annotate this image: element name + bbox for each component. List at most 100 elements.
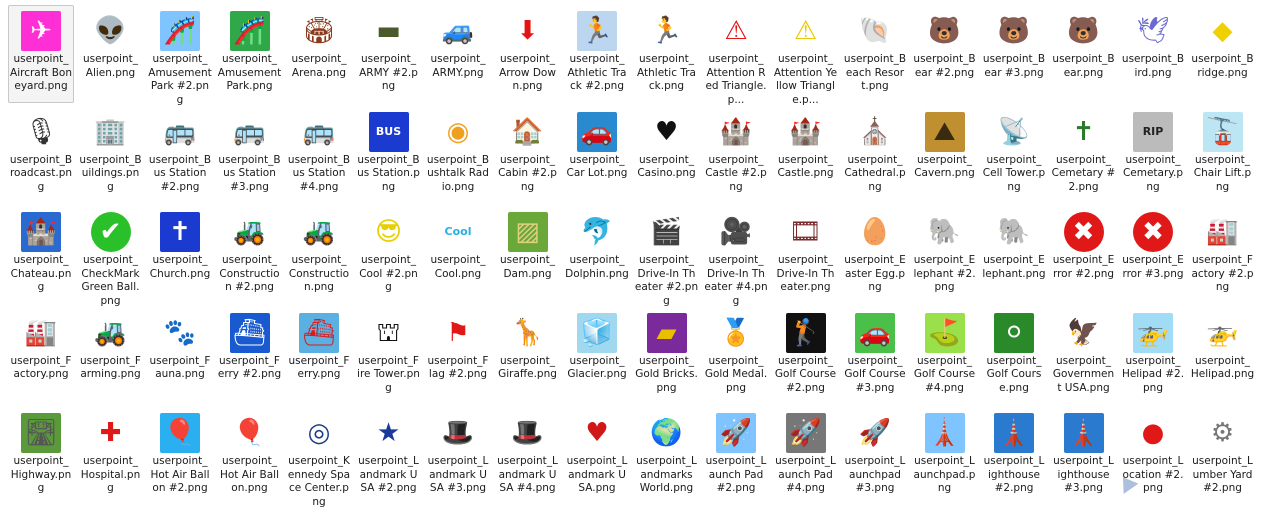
file-item[interactable]: ♥ userpoint_L andmark USA.png [564, 407, 630, 505]
file-item[interactable]: ⚙ userpoint_L umber Yard #2.png [1190, 407, 1256, 505]
file-item[interactable]: 🚡 userpoint_ Chair Lift.png [1190, 106, 1256, 204]
file-item[interactable]: 🎈 userpoint_ Hot Air Ballon #2.png [147, 407, 213, 505]
file-item-label: userpoint_B us Station #4.png [287, 153, 351, 193]
file-item[interactable]: 🐘 userpoint_E lephant.png [981, 206, 1047, 304]
file-item[interactable]: 🚌 userpoint_B us Station #4.png [286, 106, 352, 204]
file-item[interactable]: 🚜 userpoint_ Construction #2.png [217, 206, 283, 304]
file-item[interactable]: 🚙 userpoint_ ARMY.png [425, 5, 491, 103]
file-item[interactable]: ⚠ userpoint_ Attention Yellow Triangle.p.… [773, 5, 839, 106]
file-item[interactable]: 🧊 userpoint_ Glacier.png [564, 307, 630, 405]
file-item[interactable]: 🦒 userpoint_ Giraffe.png [495, 307, 561, 405]
file-item[interactable]: ◆ userpoint_B ridge.png [1190, 5, 1256, 103]
file-item[interactable]: ✝ userpoint_ Cemetary #2.png [1051, 106, 1117, 204]
file-item[interactable]: Cool userpoint_ Cool.png [425, 206, 491, 304]
file-item[interactable]: 🎢 userpoint_ Amusement Park #2.png [147, 5, 213, 106]
file-item[interactable]: ⚠ userpoint_ Attention Red Triangle.p... [703, 5, 769, 106]
file-item[interactable]: 🦅 userpoint_ Governmen t USA.png [1051, 307, 1117, 405]
file-item[interactable]: 🐾 userpoint_F auna.png [147, 307, 213, 405]
file-item[interactable]: 🎬 userpoint_ Drive-In Theater #2.png [634, 206, 700, 307]
file-item[interactable]: 🛣 userpoint_ Highway.png [8, 407, 74, 505]
file-item[interactable]: ▰ userpoint_ Gold Bricks.png [634, 307, 700, 405]
file-item[interactable]: 🏌 userpoint_ Golf Course #2.png [773, 307, 839, 405]
file-item[interactable]: 🥚 userpoint_E aster Egg.png [842, 206, 908, 304]
alien-icon: 👽 [94, 16, 127, 46]
file-item[interactable]: RIP userpoint_ Cemetary.png [1120, 106, 1186, 204]
file-item[interactable]: 🌍 userpoint_L andmarks World.png [634, 407, 700, 505]
file-item[interactable]: 🚗 userpoint_ Golf Course #3.png [842, 307, 908, 405]
file-item[interactable]: 🏰 userpoint_ Castle #2.png [703, 106, 769, 204]
file-item[interactable]: ✔ userpoint_ CheckMark Green Ball.png [78, 206, 144, 307]
file-item[interactable]: ♥ userpoint_ Casino.png [634, 106, 700, 204]
file-item[interactable]: 🏃 userpoint_ Athletic Track.png [634, 5, 700, 103]
file-item[interactable]: 🏭 userpoint_F actory #2.png [1190, 206, 1256, 304]
file-item[interactable]: ⚪ userpoint_ Golf Course.png [981, 307, 1047, 405]
file-item[interactable]: 🎞 userpoint_ Drive-In Theater.png [773, 206, 839, 304]
file-item[interactable]: 🕊 userpoint_B ird.png [1120, 5, 1186, 103]
file-item[interactable]: BUS userpoint_B us Station.png [356, 106, 422, 204]
dolphin-icon: 🐬 [580, 217, 614, 247]
file-item[interactable]: 🐚 userpoint_B each Resort.png [842, 5, 908, 103]
file-item[interactable]: 🚜 userpoint_ Construction.png [286, 206, 352, 304]
file-item[interactable]: ⛪ userpoint_ Cathedral.png [842, 106, 908, 204]
file-item[interactable]: 🏠 userpoint_ Cabin #2.png [495, 106, 561, 204]
lighthouse-icon: 🗼 [1063, 413, 1104, 453]
file-item[interactable]: ✖ userpoint_E rror #3.png [1120, 206, 1186, 304]
file-item[interactable]: ⛴ userpoint_F erry.png [286, 307, 352, 405]
file-item[interactable]: 🐻 userpoint_B ear #2.png [912, 5, 978, 103]
file-item[interactable]: 🚁 userpoint_ Helipad #2.png [1120, 307, 1186, 405]
file-item[interactable]: 🚀 userpoint_L aunch Pad #4.png [773, 407, 839, 505]
file-item[interactable]: ▨ userpoint_ Dam.png [495, 206, 561, 304]
file-item[interactable]: 🏃 userpoint_ Athletic Track #2.png [564, 5, 630, 103]
file-item[interactable]: 🚀 userpoint_L aunchpad #3.png [842, 407, 908, 505]
file-item[interactable]: ◉ userpoint_B ushtalk Radio.png [425, 106, 491, 204]
file-item[interactable]: 🎢 userpoint_ Amusement Park.png [217, 5, 283, 103]
file-item[interactable]: ⛫ userpoint_F ire Tower.png [356, 307, 422, 405]
file-item-label: userpoint_ Arena.png [291, 53, 347, 79]
file-item[interactable]: 🐬 userpoint_ Dolphin.png [564, 206, 630, 304]
file-item[interactable]: 🎥 userpoint_ Drive-In Theater #4.png [703, 206, 769, 307]
file-item[interactable]: 🏟 userpoint_ Arena.png [286, 5, 352, 103]
file-item[interactable]: 🚌 userpoint_B us Station #3.png [217, 106, 283, 204]
golf-ball-icon: ⚪ [994, 312, 1034, 353]
file-item[interactable]: 🐘 userpoint_E lephant #2.png [912, 206, 978, 304]
file-item[interactable]: ⚑ userpoint_F lag #2.png [425, 307, 491, 405]
file-item[interactable]: ▬ userpoint_ ARMY #2.png [356, 5, 422, 103]
file-item[interactable]: ✖ userpoint_E rror #2.png [1051, 206, 1117, 304]
file-item[interactable]: ✚ userpoint_ Hospital.png [78, 407, 144, 505]
file-item[interactable]: 🚀 userpoint_L aunch Pad #2.png [703, 407, 769, 505]
file-item[interactable]: 🎩 userpoint_L andmark USA #3.png [425, 407, 491, 505]
file-item[interactable]: ⛳ userpoint_ Golf Course #4.png [912, 307, 978, 405]
file-item[interactable]: 🎩 userpoint_L andmark USA #4.png [495, 407, 561, 505]
file-item[interactable]: ⛴ userpoint_F erry #2.png [217, 307, 283, 405]
file-item[interactable]: ★ userpoint_L andmark USA #2.png [356, 407, 422, 505]
file-item[interactable]: 🐻 userpoint_B ear #3.png [981, 5, 1047, 103]
file-item[interactable]: 📡 userpoint_ Cell Tower.png [981, 106, 1047, 204]
cabin-icon: 🏠 [511, 116, 544, 147]
file-item[interactable]: 🎈 userpoint_ Hot Air Ballon.png [217, 407, 283, 505]
file-item[interactable]: 🏢 userpoint_B uildings.png [78, 106, 144, 204]
file-item[interactable]: ◎ userpoint_K ennedy Space Center.png [286, 407, 352, 508]
file-item[interactable]: 🏰 userpoint_ Chateau.png [8, 206, 74, 304]
file-item[interactable]: 🏭 userpoint_F actory.png [8, 307, 74, 405]
file-item-label: userpoint_ Amusement Park.png [217, 53, 282, 92]
file-item-label: userpoint_ Athletic Track.png [637, 53, 696, 92]
file-item[interactable]: 👽 userpoint_ Alien.png [78, 5, 144, 103]
file-item[interactable]: 🚜 userpoint_F arming.png [78, 307, 144, 405]
file-item[interactable]: 😎 userpoint_ Cool #2.png [356, 206, 422, 304]
file-item[interactable]: 🗼 userpoint_L ighthouse #3.png [1051, 407, 1117, 505]
file-item[interactable]: ● userpoint_L ocation #2.png [1120, 407, 1186, 505]
file-item[interactable]: ✝ userpoint_ Church.png [147, 206, 213, 304]
file-item[interactable]: 🏰 userpoint_ Castle.png [773, 106, 839, 204]
file-item[interactable]: ⬇ userpoint_ Arrow Down.png [495, 5, 561, 103]
file-item[interactable]: 🐻 userpoint_B ear.png [1051, 5, 1117, 103]
file-item[interactable]: 🚗 userpoint_ Car Lot.png [564, 106, 630, 204]
file-item-label: userpoint_ Giraffe.png [498, 354, 557, 381]
file-item[interactable]: 🚌 userpoint_B us Station #2.png [147, 106, 213, 204]
file-item[interactable]: 🗼 userpoint_L ighthouse #2.png [981, 407, 1047, 505]
file-item[interactable]: ✈ userpoint_ Aircraft Boneyard.png [8, 5, 74, 103]
file-item[interactable]: 🏅 userpoint_ Gold Medal.png [703, 307, 769, 405]
file-item[interactable]: 🗼 userpoint_L aunchpad.png [912, 407, 978, 505]
file-item[interactable]: 🚁 userpoint_ Helipad.png [1190, 307, 1256, 405]
file-item[interactable]: ⛰ userpoint_ Cavern.png [912, 106, 978, 204]
file-item[interactable]: 🎙 userpoint_B roadcast.png [8, 106, 74, 204]
